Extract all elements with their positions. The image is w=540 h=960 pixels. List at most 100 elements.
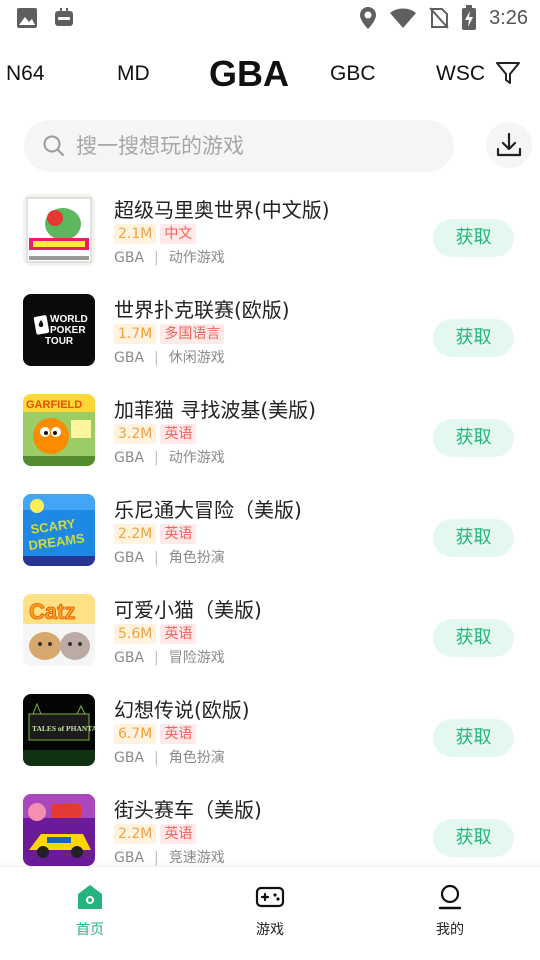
tab-md[interactable]: MD xyxy=(117,62,150,86)
app-notification-icon xyxy=(55,8,73,26)
game-badges: 1.7M 多国语言 xyxy=(114,324,225,344)
list-item[interactable]: TALES of PHANTASIA 幻想传说(欧版) 6.7M 英语 GBA |… xyxy=(0,684,540,784)
platform-label: GBA xyxy=(114,350,145,366)
size-badge: 5.6M xyxy=(114,624,157,644)
game-title: 可爱小猫（美版) xyxy=(114,598,262,622)
cover-text: GARFIELD xyxy=(26,399,82,411)
platform-label: GBA xyxy=(114,750,145,766)
get-button[interactable]: 获取 xyxy=(433,519,514,557)
game-cover: Catz xyxy=(23,594,95,666)
get-button[interactable]: 获取 xyxy=(433,619,514,657)
game-meta: GBA | 冒险游戏 xyxy=(114,647,225,667)
get-button[interactable]: 获取 xyxy=(433,819,514,857)
no-sim-icon xyxy=(429,7,449,29)
genre-label: 竞速游戏 xyxy=(168,850,225,866)
tab-n64[interactable]: N64 xyxy=(6,62,45,86)
download-icon xyxy=(496,132,522,157)
tab-wsc[interactable]: WSC xyxy=(436,62,485,86)
nav-item-home[interactable]: 首页 xyxy=(40,883,140,953)
search-bar xyxy=(24,120,454,172)
game-badges: 2.2M 英语 xyxy=(114,824,197,844)
platform-label: GBA xyxy=(114,250,145,266)
cover-text: TOUR xyxy=(45,336,74,347)
gallery-icon xyxy=(17,8,37,28)
status-bar: 3:26 xyxy=(0,0,540,36)
size-badge: 2.2M xyxy=(114,824,157,844)
platform-label: GBA xyxy=(114,850,145,866)
bottom-nav: 首页 游戏 我的 xyxy=(0,866,540,960)
list-item[interactable]: 超级马里奥世界(中文版) 2.1M 中文 GBA | 动作游戏 获取 xyxy=(0,184,540,284)
game-title: 世界扑克联赛(欧版) xyxy=(114,298,290,322)
list-item[interactable]: 街头赛车（美版) 2.2M 英语 GBA | 竞速游戏 获取 xyxy=(0,784,540,866)
get-button[interactable]: 获取 xyxy=(433,219,514,257)
genre-label: 冒险游戏 xyxy=(168,650,225,666)
cover-text: Catz xyxy=(29,599,75,624)
genre-label: 动作游戏 xyxy=(168,450,225,466)
game-title: 超级马里奥世界(中文版) xyxy=(114,198,330,222)
size-badge: 2.2M xyxy=(114,524,157,544)
language-badge: 英语 xyxy=(160,524,197,544)
download-button[interactable] xyxy=(486,122,532,168)
nav-label: 首页 xyxy=(76,922,104,938)
nav-item-games[interactable]: 游戏 xyxy=(220,883,320,953)
separator: | xyxy=(154,550,159,566)
language-badge: 英语 xyxy=(160,424,197,444)
game-cover: SCARY DREAMS xyxy=(23,494,95,566)
separator: | xyxy=(154,450,159,466)
game-badges: 2.1M 中文 xyxy=(114,224,197,244)
separator: | xyxy=(154,750,159,766)
size-badge: 3.2M xyxy=(114,424,157,444)
language-badge: 英语 xyxy=(160,824,197,844)
profile-icon xyxy=(438,884,462,910)
home-icon xyxy=(78,885,102,909)
get-button[interactable]: 获取 xyxy=(433,319,514,357)
list-item[interactable]: WORLD POKER TOUR 世界扑克联赛(欧版) 1.7M 多国语言 GB… xyxy=(0,284,540,384)
location-icon xyxy=(360,7,377,29)
language-badge: 英语 xyxy=(160,624,197,644)
genre-label: 休闲游戏 xyxy=(168,350,225,366)
list-item[interactable]: Catz 可爱小猫（美版) 5.6M 英语 GBA | 冒险游戏 获取 xyxy=(0,584,540,684)
cover-text: TALES of PHANTASIA xyxy=(32,724,95,733)
gamepad-icon xyxy=(255,886,285,908)
language-badge: 中文 xyxy=(160,224,197,244)
game-cover: TALES of PHANTASIA xyxy=(23,694,95,766)
game-meta: GBA | 角色扮演 xyxy=(114,747,225,767)
genre-label: 动作游戏 xyxy=(168,250,225,266)
separator: | xyxy=(154,850,159,866)
nav-label: 游戏 xyxy=(256,922,284,938)
game-title: 加菲猫 寻找波基(美版) xyxy=(114,398,316,422)
wifi-icon xyxy=(390,8,417,28)
battery-charging-icon xyxy=(462,5,477,30)
search-icon xyxy=(43,135,64,156)
separator: | xyxy=(154,250,159,266)
game-title: 幻想传说(欧版) xyxy=(114,698,250,722)
game-cover xyxy=(23,194,95,266)
nav-item-profile[interactable]: 我的 xyxy=(400,883,500,953)
platform-tabs: N64 MD GBA GBC WSC xyxy=(0,52,540,98)
game-badges: 2.2M 英语 xyxy=(114,524,197,544)
list-item[interactable]: GARFIELD 加菲猫 寻找波基(美版) 3.2M 英语 GBA | 动作游戏 获… xyxy=(0,384,540,484)
tab-gbc[interactable]: GBC xyxy=(330,62,376,86)
list-item[interactable]: SCARY DREAMS 乐尼通大冒险（美版) 2.2M 英语 GBA | 角色扮演… xyxy=(0,484,540,584)
genre-label: 角色扮演 xyxy=(168,750,225,766)
size-badge: 1.7M xyxy=(114,324,157,344)
platform-label: GBA xyxy=(114,650,145,666)
cover-text: POKER xyxy=(50,325,86,336)
get-button[interactable]: 获取 xyxy=(433,719,514,757)
nav-label: 我的 xyxy=(436,922,464,938)
game-cover xyxy=(23,794,95,866)
filter-icon[interactable] xyxy=(494,59,522,87)
platform-label: GBA xyxy=(114,550,145,566)
size-badge: 6.7M xyxy=(114,724,157,744)
search-input[interactable] xyxy=(76,120,436,172)
game-meta: GBA | 休闲游戏 xyxy=(114,347,225,367)
game-meta: GBA | 竞速游戏 xyxy=(114,847,225,866)
tab-gba[interactable]: GBA xyxy=(209,53,289,95)
get-button[interactable]: 获取 xyxy=(433,419,514,457)
game-cover: WORLD POKER TOUR xyxy=(23,294,95,366)
game-badges: 3.2M 英语 xyxy=(114,424,197,444)
separator: | xyxy=(154,650,159,666)
genre-label: 角色扮演 xyxy=(168,550,225,566)
separator: | xyxy=(154,350,159,366)
game-title: 乐尼通大冒险（美版) xyxy=(114,498,302,522)
